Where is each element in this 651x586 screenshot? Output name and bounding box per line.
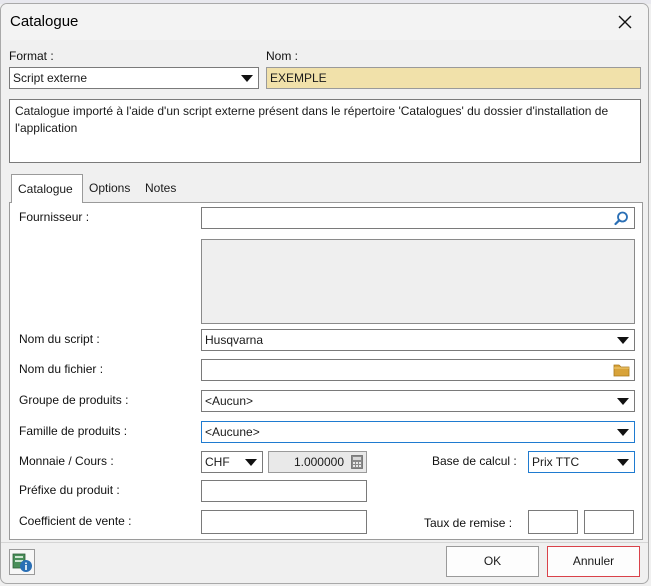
discount-input-2[interactable] bbox=[584, 510, 634, 534]
info-button[interactable] bbox=[9, 549, 35, 575]
supplier-label: Fournisseur : bbox=[19, 210, 90, 224]
family-select[interactable]: <Aucune> bbox=[201, 421, 635, 443]
coef-label: Coefficient de vente : bbox=[19, 514, 132, 528]
format-select[interactable]: Script externe bbox=[9, 67, 259, 89]
description-textarea[interactable]: Catalogue importé à l'aide d'un script e… bbox=[9, 99, 641, 163]
chevron-down-icon bbox=[617, 337, 629, 344]
group-select[interactable]: <Aucun> bbox=[201, 390, 635, 412]
info-icon bbox=[12, 553, 32, 572]
supplier-input[interactable] bbox=[201, 207, 635, 229]
ok-button[interactable]: OK bbox=[446, 546, 539, 577]
tab-label: Catalogue bbox=[18, 182, 73, 196]
chevron-down-icon bbox=[241, 75, 253, 82]
chevron-down-icon bbox=[617, 459, 629, 466]
catalogue-dialog: Catalogue Format : Script externe Nom : … bbox=[0, 3, 649, 584]
currency-select[interactable]: CHF bbox=[201, 451, 263, 473]
chevron-down-icon bbox=[617, 429, 629, 436]
script-select[interactable]: Husqvarna bbox=[201, 329, 635, 351]
coef-input[interactable] bbox=[201, 510, 367, 534]
format-label: Format : bbox=[9, 49, 54, 63]
tab-label: Options bbox=[89, 181, 131, 195]
close-button[interactable] bbox=[612, 10, 638, 34]
dialog-title: Catalogue bbox=[10, 13, 79, 30]
footer-separator bbox=[1, 542, 648, 543]
tab-notes[interactable]: Notes bbox=[139, 174, 182, 202]
tab-catalogue[interactable]: Catalogue bbox=[11, 174, 83, 203]
chevron-down-icon bbox=[245, 459, 257, 466]
prefix-input[interactable] bbox=[201, 480, 367, 502]
calculator-icon[interactable] bbox=[351, 455, 363, 469]
calc-base-select[interactable]: Prix TTC bbox=[528, 451, 635, 473]
tab-options[interactable]: Options bbox=[83, 174, 136, 202]
file-label: Nom du fichier : bbox=[19, 362, 104, 376]
calc-base-label: Base de calcul : bbox=[432, 454, 517, 468]
chevron-down-icon bbox=[617, 398, 629, 405]
script-value: Husqvarna bbox=[205, 333, 264, 347]
group-label: Groupe de produits : bbox=[19, 393, 129, 407]
search-icon[interactable] bbox=[614, 211, 629, 226]
discount-input-1[interactable] bbox=[528, 510, 578, 534]
script-label: Nom du script : bbox=[19, 332, 100, 346]
rate-value: 1.000000 bbox=[293, 455, 344, 469]
currency-value: CHF bbox=[205, 455, 230, 469]
family-label: Famille de produits : bbox=[19, 424, 128, 438]
family-value: <Aucune> bbox=[205, 425, 260, 439]
name-label: Nom : bbox=[266, 49, 299, 63]
close-icon bbox=[618, 15, 632, 29]
discount-label: Taux de remise : bbox=[424, 516, 513, 530]
name-input[interactable]: EXEMPLE bbox=[266, 67, 641, 89]
format-value: Script externe bbox=[13, 71, 88, 85]
prefix-label: Préfixe du produit : bbox=[19, 483, 120, 497]
file-input[interactable] bbox=[201, 359, 635, 381]
tab-label: Notes bbox=[145, 181, 177, 195]
name-value: EXEMPLE bbox=[270, 71, 327, 85]
group-value: <Aucun> bbox=[205, 394, 254, 408]
calc-base-value: Prix TTC bbox=[532, 455, 580, 469]
folder-icon[interactable] bbox=[613, 363, 630, 377]
currency-label: Monnaie / Cours : bbox=[19, 454, 114, 468]
title-bar: Catalogue bbox=[1, 4, 648, 40]
cancel-button[interactable]: Annuler bbox=[547, 546, 640, 577]
rate-input[interactable]: 1.000000 bbox=[268, 451, 367, 473]
supplier-details-box bbox=[201, 239, 635, 324]
